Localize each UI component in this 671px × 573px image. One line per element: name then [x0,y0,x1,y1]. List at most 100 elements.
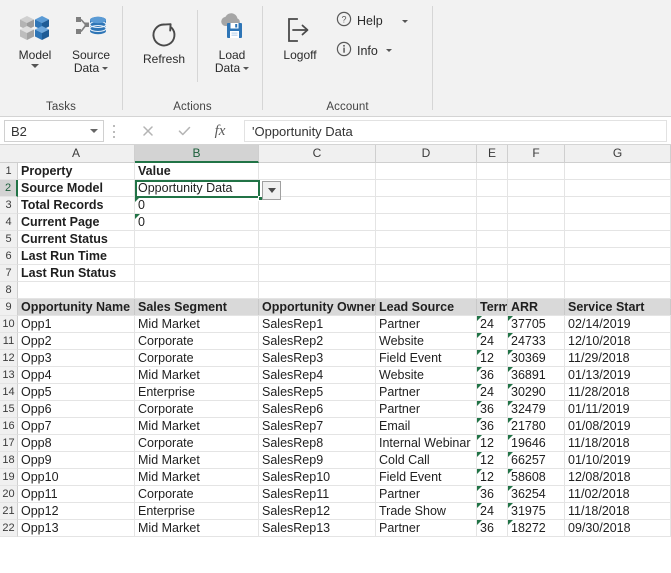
row-header-17[interactable]: 17 [0,435,18,452]
cell-G3[interactable] [565,197,671,213]
cell-C12[interactable]: SalesRep3 [259,350,376,366]
load-data-button[interactable]: Load Data [203,4,261,76]
cell-A14[interactable]: Opp5 [18,384,135,400]
row-header-10[interactable]: 10 [0,316,18,333]
cell-F12[interactable]: 30369 [508,350,565,366]
cell-E14[interactable]: 24 [477,384,508,400]
cell-C8[interactable] [259,282,376,298]
cell-G10[interactable]: 02/14/2019 [565,316,671,332]
model-button[interactable]: Model [6,4,64,69]
cell-A20[interactable]: Opp11 [18,486,135,502]
cell-C15[interactable]: SalesRep6 [259,401,376,417]
cell-E9[interactable]: Term [477,299,508,315]
cell-B11[interactable]: Corporate [135,333,259,349]
formula-input[interactable]: 'Opportunity Data [244,120,667,142]
column-header-a[interactable]: A [18,145,135,162]
cell-F22[interactable]: 18272 [508,520,565,536]
cell-A18[interactable]: Opp9 [18,452,135,468]
cell-A12[interactable]: Opp3 [18,350,135,366]
column-header-b[interactable]: B [135,145,259,163]
cell-B12[interactable]: Corporate [135,350,259,366]
cell-C16[interactable]: SalesRep7 [259,418,376,434]
cell-B2[interactable]: Opportunity Data [135,180,259,196]
cell-C11[interactable]: SalesRep2 [259,333,376,349]
cell-E20[interactable]: 36 [477,486,508,502]
cell-C9[interactable]: Opportunity Owner [259,299,376,315]
cell-F4[interactable] [508,214,565,230]
cell-F15[interactable]: 32479 [508,401,565,417]
cell-D10[interactable]: Partner [376,316,477,332]
cell-D20[interactable]: Partner [376,486,477,502]
cell-F13[interactable]: 36891 [508,367,565,383]
column-header-g[interactable]: G [565,145,671,162]
cell-E2[interactable] [477,180,508,196]
cell-D18[interactable]: Cold Call [376,452,477,468]
cell-C7[interactable] [259,265,376,281]
cell-D4[interactable] [376,214,477,230]
cell-C14[interactable]: SalesRep5 [259,384,376,400]
confirm-check-icon[interactable] [166,120,202,142]
row-header-9[interactable]: 9 [0,299,18,316]
cell-F18[interactable]: 66257 [508,452,565,468]
cell-G17[interactable]: 11/18/2018 [565,435,671,451]
cell-D8[interactable] [376,282,477,298]
cell-E19[interactable]: 12 [477,469,508,485]
cell-G9[interactable]: Service Start [565,299,671,315]
cell-E1[interactable] [477,163,508,179]
cell-E16[interactable]: 36 [477,418,508,434]
cell-E18[interactable]: 12 [477,452,508,468]
cell-F8[interactable] [508,282,565,298]
cell-B20[interactable]: Corporate [135,486,259,502]
cell-F7[interactable] [508,265,565,281]
chevron-down-icon[interactable] [102,67,109,71]
cell-A6[interactable]: Last Run Time [18,248,135,264]
cell-F14[interactable]: 30290 [508,384,565,400]
column-header-c[interactable]: C [259,145,376,162]
row-header-4[interactable]: 4 [0,214,18,231]
cell-A8[interactable] [18,282,135,298]
cell-D5[interactable] [376,231,477,247]
cell-G18[interactable]: 01/10/2019 [565,452,671,468]
cell-G15[interactable]: 01/11/2019 [565,401,671,417]
cell-D21[interactable]: Trade Show [376,503,477,519]
cell-E22[interactable]: 36 [477,520,508,536]
info-button[interactable]: Info [331,38,397,63]
cell-D14[interactable]: Partner [376,384,477,400]
cell-D7[interactable] [376,265,477,281]
cell-G8[interactable] [565,282,671,298]
cell-A22[interactable]: Opp13 [18,520,135,536]
row-header-13[interactable]: 13 [0,367,18,384]
cell-F20[interactable]: 36254 [508,486,565,502]
cell-G5[interactable] [565,231,671,247]
cell-C6[interactable] [259,248,376,264]
cell-A2[interactable]: Source Model [18,180,135,196]
cell-G21[interactable]: 11/18/2018 [565,503,671,519]
cell-A15[interactable]: Opp6 [18,401,135,417]
cell-B18[interactable]: Mid Market [135,452,259,468]
cell-G13[interactable]: 01/13/2019 [565,367,671,383]
cell-E21[interactable]: 24 [477,503,508,519]
row-header-11[interactable]: 11 [0,333,18,350]
cell-A11[interactable]: Opp2 [18,333,135,349]
cell-B15[interactable]: Corporate [135,401,259,417]
cell-C4[interactable] [259,214,376,230]
cell-E10[interactable]: 24 [477,316,508,332]
cancel-x-icon[interactable] [130,120,166,142]
cell-E13[interactable]: 36 [477,367,508,383]
row-header-16[interactable]: 16 [0,418,18,435]
cell-G22[interactable]: 09/30/2018 [565,520,671,536]
source-data-button[interactable]: Source Data [60,4,122,76]
cell-C1[interactable] [259,163,376,179]
cell-D2[interactable] [376,180,477,196]
cell-E5[interactable] [477,231,508,247]
fx-insert-function-icon[interactable]: fx [202,120,238,142]
cell-A3[interactable]: Total Records [18,197,135,213]
cell-C13[interactable]: SalesRep4 [259,367,376,383]
cell-E7[interactable] [477,265,508,281]
cell-B21[interactable]: Enterprise [135,503,259,519]
cell-F3[interactable] [508,197,565,213]
column-header-d[interactable]: D [376,145,477,162]
cell-F5[interactable] [508,231,565,247]
cell-G7[interactable] [565,265,671,281]
cell-C5[interactable] [259,231,376,247]
